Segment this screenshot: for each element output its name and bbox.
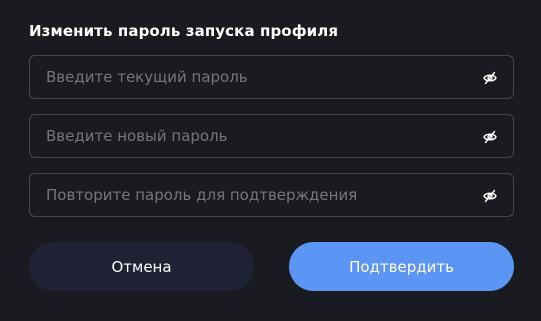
current-password-input[interactable] xyxy=(46,56,466,98)
confirm-button[interactable]: Подтвердить xyxy=(289,242,514,291)
new-password-input[interactable] xyxy=(46,115,466,157)
new-password-field xyxy=(29,114,514,158)
eye-off-icon[interactable] xyxy=(483,70,497,85)
eye-off-icon[interactable] xyxy=(483,129,497,144)
current-password-field xyxy=(29,55,514,99)
eye-off-icon[interactable] xyxy=(483,188,497,203)
confirm-password-field xyxy=(29,173,514,217)
change-password-dialog: Изменить пароль запуска профиля Отмена П… xyxy=(0,0,541,321)
confirm-password-input[interactable] xyxy=(46,174,466,216)
dialog-title: Изменить пароль запуска профиля xyxy=(29,22,339,40)
cancel-button[interactable]: Отмена xyxy=(29,242,254,291)
